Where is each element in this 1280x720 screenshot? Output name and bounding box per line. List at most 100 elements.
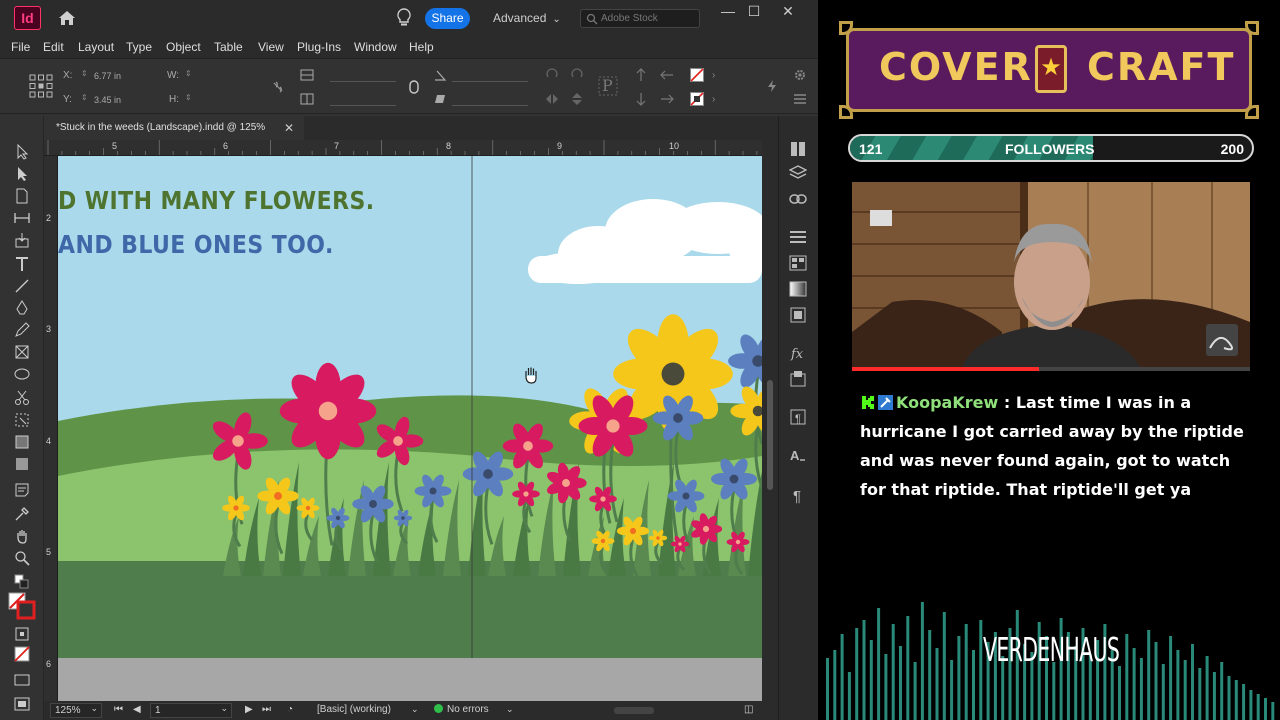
eyedropper-tool-icon[interactable] — [14, 506, 30, 522]
menu-type[interactable]: Type — [126, 40, 152, 54]
home-icon[interactable] — [58, 10, 76, 26]
page-number-field[interactable]: 1 ⌄ — [150, 703, 232, 718]
pen-tool-icon[interactable] — [14, 300, 30, 316]
preflight-status[interactable]: No errors — [434, 704, 489, 715]
hand-tool-icon[interactable] — [14, 528, 30, 544]
stroke-menu-chevron-icon[interactable]: › — [712, 94, 715, 105]
formatting-affects-container-icon[interactable] — [14, 626, 30, 642]
chevron-down-icon[interactable]: ⌄ — [411, 704, 419, 715]
gradient-panel-icon[interactable] — [789, 280, 807, 298]
flip-horizontal-icon[interactable] — [545, 92, 559, 106]
fill-swatch-icon[interactable] — [690, 68, 704, 82]
free-transform-tool-icon[interactable] — [14, 412, 30, 428]
select-next-icon[interactable] — [660, 92, 674, 106]
character-styles-panel-icon[interactable]: A — [789, 446, 807, 464]
swatches-panel-icon[interactable] — [789, 254, 807, 272]
menu-window[interactable]: Window — [354, 40, 397, 54]
shear-field[interactable] — [452, 92, 528, 106]
layers-panel-icon[interactable] — [789, 164, 807, 182]
scale-y-field[interactable] — [330, 92, 396, 106]
scissors-tool-icon[interactable] — [14, 390, 30, 406]
split-layout-icon[interactable]: ◫ — [744, 704, 753, 715]
type-tool-icon[interactable] — [14, 256, 30, 272]
screen-mode-icon[interactable] — [14, 672, 30, 688]
horizontal-ruler[interactable]: 5 6 7 8 9 10 — [44, 140, 762, 156]
default-colors-icon[interactable] — [14, 574, 30, 590]
maximize-button[interactable]: ☐ — [744, 3, 764, 20]
menu-file[interactable]: File — [11, 40, 30, 54]
ellipse-tool-icon[interactable] — [14, 366, 30, 382]
first-page-icon[interactable]: ⏮ — [114, 704, 123, 715]
apply-none-icon[interactable] — [14, 646, 30, 662]
zoom-tool-icon[interactable] — [14, 550, 30, 566]
scale-x-icon[interactable] — [300, 68, 314, 82]
page-text-line-1[interactable]: D WITH MANY FLOWERS. — [58, 186, 375, 215]
rotate-cw-icon[interactable] — [545, 68, 559, 82]
x-stepper-icon[interactable]: ⇕ — [81, 69, 88, 78]
previous-page-icon[interactable]: ◀ — [133, 704, 141, 715]
share-button[interactable]: Share — [425, 8, 470, 29]
rotate-ccw-icon[interactable] — [570, 68, 584, 82]
p-icon[interactable]: P — [598, 76, 618, 96]
zoom-field[interactable]: 125% ⌄ — [50, 703, 102, 718]
last-page-icon[interactable]: ⏭ — [262, 704, 271, 715]
lightbulb-icon[interactable] — [396, 8, 412, 28]
rectangle-frame-tool-icon[interactable] — [14, 344, 30, 360]
fill-menu-chevron-icon[interactable]: › — [712, 70, 715, 81]
rotation-field[interactable] — [452, 68, 528, 82]
gear-icon[interactable] — [793, 68, 807, 82]
gap-tool-icon[interactable] — [14, 210, 30, 226]
close-button[interactable]: ✕ — [778, 3, 798, 20]
pencil-tool-icon[interactable] — [14, 322, 30, 338]
scale-y-icon[interactable] — [300, 92, 314, 106]
minimize-button[interactable]: — — [718, 3, 738, 19]
pages-panel-icon[interactable] — [789, 140, 807, 158]
menu-layout[interactable]: Layout — [78, 40, 114, 54]
menu-plugins[interactable]: Plug-Ins — [297, 40, 341, 54]
menu-help[interactable]: Help — [409, 40, 434, 54]
workspace-switcher[interactable]: Advanced ⌄ — [493, 11, 561, 25]
flip-vertical-icon[interactable] — [570, 92, 584, 106]
menu-table[interactable]: Table — [214, 40, 243, 54]
menu-edit[interactable]: Edit — [43, 40, 64, 54]
fill-stroke-swatch-icon[interactable] — [8, 592, 36, 620]
document-tab[interactable]: *Stuck in the weeds (Landscape).indd @ 1… — [44, 116, 304, 140]
w-stepper-icon[interactable]: ⇕ — [185, 69, 192, 78]
menu-object[interactable]: Object — [166, 40, 201, 54]
stroke-panel-icon[interactable] — [789, 228, 807, 246]
next-page-icon[interactable]: ▶ — [245, 704, 253, 715]
gradient-feather-tool-icon[interactable] — [14, 456, 30, 472]
chevron-down-icon[interactable]: ⌄ — [506, 704, 514, 715]
note-tool-icon[interactable] — [14, 482, 30, 498]
page-text-line-2[interactable]: AND BLUE ONES TOO. — [58, 230, 334, 259]
menu-view[interactable]: View — [258, 40, 284, 54]
shear-icon[interactable] — [433, 92, 447, 106]
panel-menu-icon[interactable] — [793, 92, 807, 106]
horizontal-scrollbar-thumb[interactable] — [614, 707, 654, 714]
scrollbar-thumb[interactable] — [767, 380, 773, 490]
paragraph-styles-panel-icon[interactable]: ¶ — [789, 408, 807, 426]
color-panel-icon[interactable] — [789, 306, 807, 324]
vertical-scrollbar[interactable] — [762, 140, 778, 701]
select-container-icon[interactable] — [634, 68, 648, 82]
line-tool-icon[interactable] — [14, 278, 30, 294]
scale-x-field[interactable] — [330, 68, 396, 82]
y-field[interactable]: 3.45 in — [94, 95, 121, 105]
close-tab-icon[interactable]: ✕ — [284, 116, 294, 140]
selection-tool-icon[interactable] — [14, 144, 30, 160]
quick-apply-icon[interactable] — [765, 79, 779, 93]
constrain-proportions-icon[interactable] — [271, 80, 285, 94]
document-canvas[interactable]: D WITH MANY FLOWERS. AND BLUE ONES TOO. — [58, 156, 762, 701]
gradient-swatch-tool-icon[interactable] — [14, 434, 30, 450]
link-icon[interactable] — [407, 80, 421, 94]
view-mode-icon[interactable] — [14, 696, 30, 712]
vertical-ruler[interactable]: 2 3 4 5 6 — [44, 156, 58, 701]
content-collector-icon[interactable] — [14, 232, 30, 248]
stroke-swatch-icon[interactable] — [690, 92, 704, 106]
effects-panel-icon[interactable]: fx — [789, 344, 807, 362]
h-stepper-icon[interactable]: ⇕ — [185, 93, 192, 102]
links-panel-icon[interactable] — [789, 190, 807, 208]
rotate-icon[interactable] — [433, 68, 447, 82]
preflight-profile-label[interactable]: [Basic] (working) — [317, 704, 391, 715]
reference-point-icon[interactable] — [29, 74, 53, 98]
